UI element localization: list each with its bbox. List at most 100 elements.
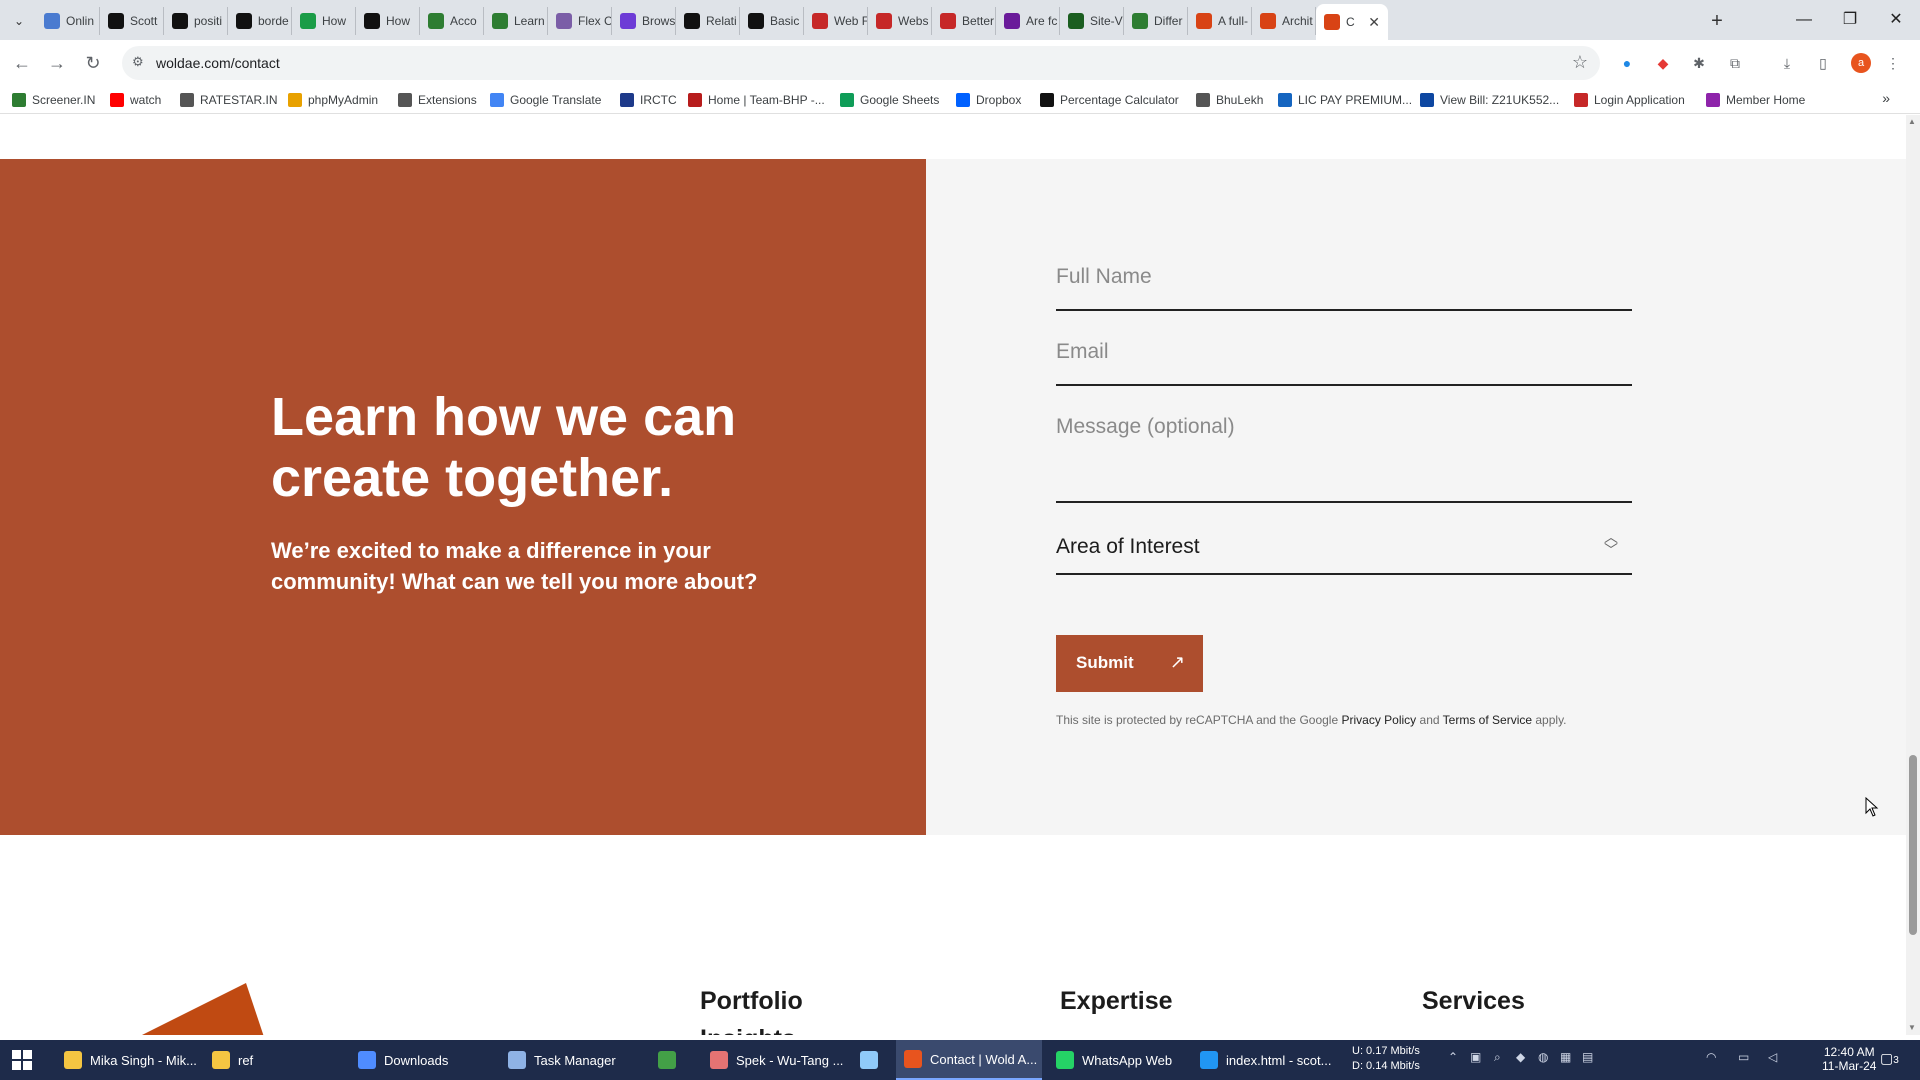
browser-tab[interactable]: Learn <box>484 7 548 35</box>
minimize-icon[interactable]: — <box>1784 6 1824 34</box>
footer-insights-link[interactable]: Insights <box>700 1025 796 1035</box>
tray-chevron-icon[interactable]: ⌃ <box>1448 1050 1458 1064</box>
bookmark-label: LIC PAY PREMIUM... <box>1298 93 1413 107</box>
address-bar[interactable]: ⚙ woldae.com/contact ☆ <box>122 46 1600 80</box>
windows-start-icon[interactable] <box>12 1050 32 1070</box>
extension-icon[interactable]: ● <box>1616 52 1638 74</box>
network-icon[interactable]: ▭ <box>1738 1050 1749 1064</box>
tab-search-icon[interactable]: ⌄ <box>8 10 30 32</box>
bookmark-item[interactable]: Google Translate <box>490 91 601 109</box>
bookmarks-overflow-icon[interactable]: » <box>1882 90 1890 106</box>
restore-icon[interactable]: ❐ <box>1830 6 1870 34</box>
browser-tab[interactable]: Acco <box>420 7 484 35</box>
reload-icon[interactable]: ↻ <box>80 50 106 76</box>
bookmark-item[interactable]: RATESTAR.IN <box>180 91 278 109</box>
notification-center-icon[interactable]: ▢3 <box>1880 1050 1899 1067</box>
tray-search-icon[interactable]: ⌕ <box>1494 1050 1501 1065</box>
bug-icon[interactable]: ✱ <box>1688 52 1710 74</box>
back-icon[interactable]: ← <box>9 50 35 76</box>
browser-tab[interactable]: Flex C <box>548 7 612 35</box>
new-tab-button[interactable]: + <box>1704 8 1730 34</box>
scroll-down-icon[interactable]: ▼ <box>1908 1023 1916 1032</box>
taskbar-app[interactable]: Contact | Wold A... <box>896 1040 1042 1080</box>
bookmark-item[interactable]: View Bill: Z21UK552... <box>1420 91 1559 109</box>
taskbar-app[interactable]: Downloads <box>350 1040 494 1080</box>
bookmark-item[interactable]: Dropbox <box>956 91 1021 109</box>
area-of-interest-select[interactable]: Area of Interest ︿ ﹀ <box>1056 525 1632 575</box>
taskbar-app[interactable] <box>852 1040 892 1080</box>
tray-app-icon[interactable]: ▣ <box>1470 1050 1481 1064</box>
browser-tab[interactable]: A full- <box>1188 7 1252 35</box>
taskbar-app[interactable] <box>650 1040 696 1080</box>
terms-of-service-link[interactable]: Terms of Service <box>1443 713 1532 727</box>
bookmark-star-icon[interactable]: ☆ <box>1572 52 1588 73</box>
browser-tab[interactable]: borde <box>228 7 292 35</box>
bookmark-item[interactable]: Screener.IN <box>12 91 95 109</box>
profile-avatar[interactable]: a <box>1851 53 1871 73</box>
globe-icon <box>44 13 60 29</box>
tab-close-icon[interactable]: ✕ <box>1368 14 1380 31</box>
taskbar-app[interactable]: index.html - scot... <box>1192 1040 1342 1080</box>
tray-calendar-icon[interactable]: ▦ <box>1560 1050 1571 1064</box>
submit-button[interactable]: Submit ↗ <box>1056 635 1203 692</box>
tray-shield-icon[interactable]: ◆ <box>1516 1050 1525 1064</box>
privacy-policy-link[interactable]: Privacy Policy <box>1341 713 1416 727</box>
browser-tab[interactable]: Web F <box>804 7 868 35</box>
taskbar-app[interactable]: Task Manager <box>500 1040 646 1080</box>
browser-tab[interactable]: Scott <box>100 7 164 35</box>
bookmark-item[interactable]: LIC PAY PREMIUM... <box>1278 91 1412 109</box>
browser-tab[interactable]: positi <box>164 7 228 35</box>
browser-tab[interactable]: Site-V <box>1060 7 1124 35</box>
system-clock[interactable]: 12:40 AM 11-Mar-24 <box>1822 1045 1876 1073</box>
close-window-icon[interactable]: ✕ <box>1876 6 1916 34</box>
footer-services-link[interactable]: Services <box>1422 987 1525 1016</box>
side-panel-icon[interactable]: ▯ <box>1812 52 1834 74</box>
bookmark-item[interactable]: phpMyAdmin <box>288 91 378 109</box>
bookmark-item[interactable]: Extensions <box>398 91 477 109</box>
bookmark-item[interactable]: Login Application <box>1574 91 1685 109</box>
download-icon[interactable]: ⤓ <box>1776 52 1798 74</box>
footer-portfolio-link[interactable]: Portfolio <box>700 987 803 1016</box>
bookmark-item[interactable]: IRCTC <box>620 91 677 109</box>
taskbar-app[interactable]: Spek - Wu-Tang ... <box>702 1040 848 1080</box>
page-scrollbar[interactable]: ▲ ▼ <box>1906 115 1920 1035</box>
browser-tab[interactable]: Relati <box>676 7 740 35</box>
puzzle-icon[interactable]: ⧉ <box>1724 52 1746 74</box>
browser-tab[interactable]: Archit <box>1252 7 1316 35</box>
bookmark-item[interactable]: Home | Team-BHP -... <box>688 91 825 109</box>
taskbar-app-label: Task Manager <box>534 1052 616 1068</box>
menu-icon[interactable]: ⋮ <box>1882 52 1904 74</box>
bookmark-item[interactable]: Google Sheets <box>840 91 939 109</box>
tray-globe-icon[interactable]: ◍ <box>1538 1050 1548 1064</box>
browser-tab[interactable]: Better <box>932 7 996 35</box>
taskbar-app[interactable]: WhatsApp Web <box>1048 1040 1188 1080</box>
bookmark-item[interactable]: watch <box>110 91 161 109</box>
footer-logo[interactable] <box>116 983 266 1035</box>
forward-icon[interactable]: → <box>44 50 70 76</box>
site-info-icon[interactable]: ⚙ <box>132 54 144 70</box>
volume-icon[interactable]: ◁ <box>1768 1050 1777 1064</box>
full-name-field[interactable]: Full Name <box>1056 255 1632 311</box>
scroll-thumb[interactable] <box>1909 755 1917 935</box>
browser-tab[interactable]: Brows <box>612 7 676 35</box>
wifi-icon[interactable]: ◠ <box>1706 1050 1716 1064</box>
scroll-up-icon[interactable]: ▲ <box>1908 117 1916 126</box>
browser-tab[interactable]: Webs <box>868 7 932 35</box>
browser-tab[interactable]: Onlin <box>36 7 100 35</box>
bookmark-item[interactable]: Percentage Calculator <box>1040 91 1179 109</box>
message-field[interactable]: Message (optional) <box>1056 405 1632 503</box>
footer-expertise-link[interactable]: Expertise <box>1060 987 1173 1016</box>
browser-tab[interactable]: Basic <box>740 7 804 35</box>
taskbar-app[interactable]: Mika Singh - Mik... <box>56 1040 197 1080</box>
bookmark-item[interactable]: Member Home <box>1706 91 1805 109</box>
browser-tab[interactable]: Differ <box>1124 7 1188 35</box>
tab-active[interactable]: C ✕ <box>1316 4 1388 40</box>
browser-tab[interactable]: How <box>292 7 356 35</box>
browser-tab[interactable]: Are fc <box>996 7 1060 35</box>
bookmark-item[interactable]: BhuLekh <box>1196 91 1263 109</box>
shield-icon[interactable]: ◆ <box>1652 52 1674 74</box>
tray-stats-icon[interactable]: ▤ <box>1582 1050 1593 1064</box>
taskbar-app[interactable]: ref <box>204 1040 344 1080</box>
browser-tab[interactable]: How <box>356 7 420 35</box>
email-field[interactable]: Email <box>1056 330 1632 386</box>
